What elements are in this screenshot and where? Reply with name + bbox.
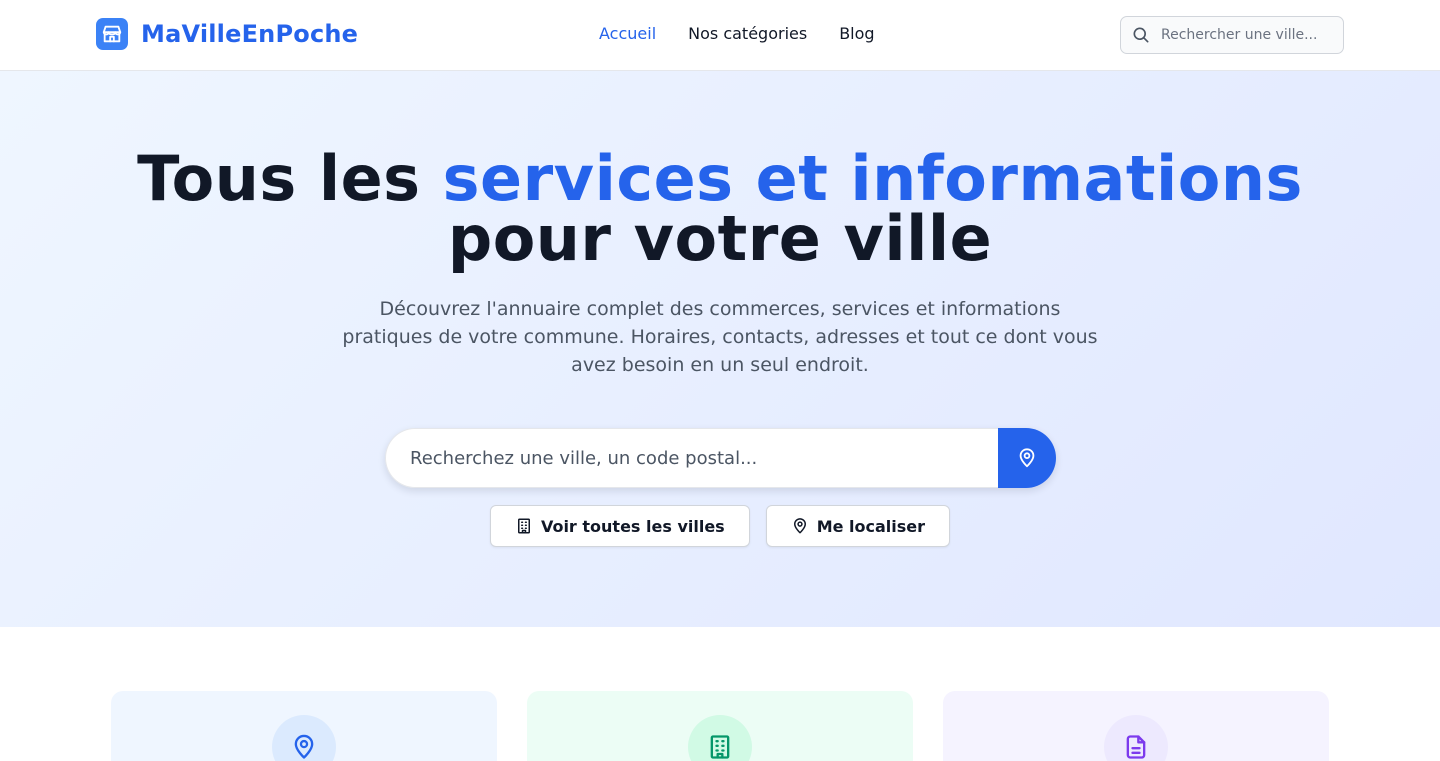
locate-me-button[interactable]: Me localiser	[765, 505, 951, 547]
map-pin-icon	[791, 517, 809, 535]
building-icon	[515, 517, 533, 535]
storefront-icon	[96, 18, 128, 50]
header-search-input[interactable]	[1161, 27, 1331, 43]
locate-me-label: Me localiser	[816, 516, 926, 536]
nav-blog[interactable]: Blog	[839, 24, 874, 44]
hero-search-button[interactable]	[998, 428, 1056, 488]
header-search	[1120, 16, 1344, 54]
hero-title-part2: pour votre ville	[447, 202, 993, 275]
nav-categories[interactable]: Nos catégories	[688, 24, 807, 44]
brand-name: MaVilleEnPoche	[141, 20, 359, 48]
feature-card-location	[111, 691, 497, 761]
hero-search-bar	[385, 428, 1056, 488]
all-cities-button[interactable]: Voir toutes les villes	[489, 505, 750, 547]
all-cities-label: Voir toutes les villes	[540, 516, 725, 536]
brand-logo-link[interactable]: MaVilleEnPoche	[96, 18, 358, 50]
document-icon	[1104, 715, 1168, 761]
hero-section: Tous les services et informations pour v…	[0, 71, 1440, 627]
main-nav: Accueil Nos catégories Blog	[599, 24, 875, 44]
feature-card-building	[527, 691, 913, 761]
search-icon	[1131, 25, 1151, 45]
building-icon	[688, 715, 752, 761]
hero-search-input[interactable]	[385, 428, 998, 488]
hero-title-part1: Tous les	[137, 142, 443, 215]
feature-card-document	[943, 691, 1329, 761]
nav-accueil[interactable]: Accueil	[599, 24, 656, 44]
map-pin-icon	[272, 715, 336, 761]
hero-title: Tous les services et informations pour v…	[0, 148, 1440, 270]
site-header: MaVilleEnPoche Accueil Nos catégories Bl…	[0, 0, 1440, 71]
feature-cards	[111, 691, 1329, 761]
map-pin-icon	[1016, 447, 1038, 469]
hero-subtitle: Découvrez l'annuaire complet des commerc…	[342, 298, 1098, 376]
hero-actions: Voir toutes les villes Me localiser	[0, 505, 1440, 547]
